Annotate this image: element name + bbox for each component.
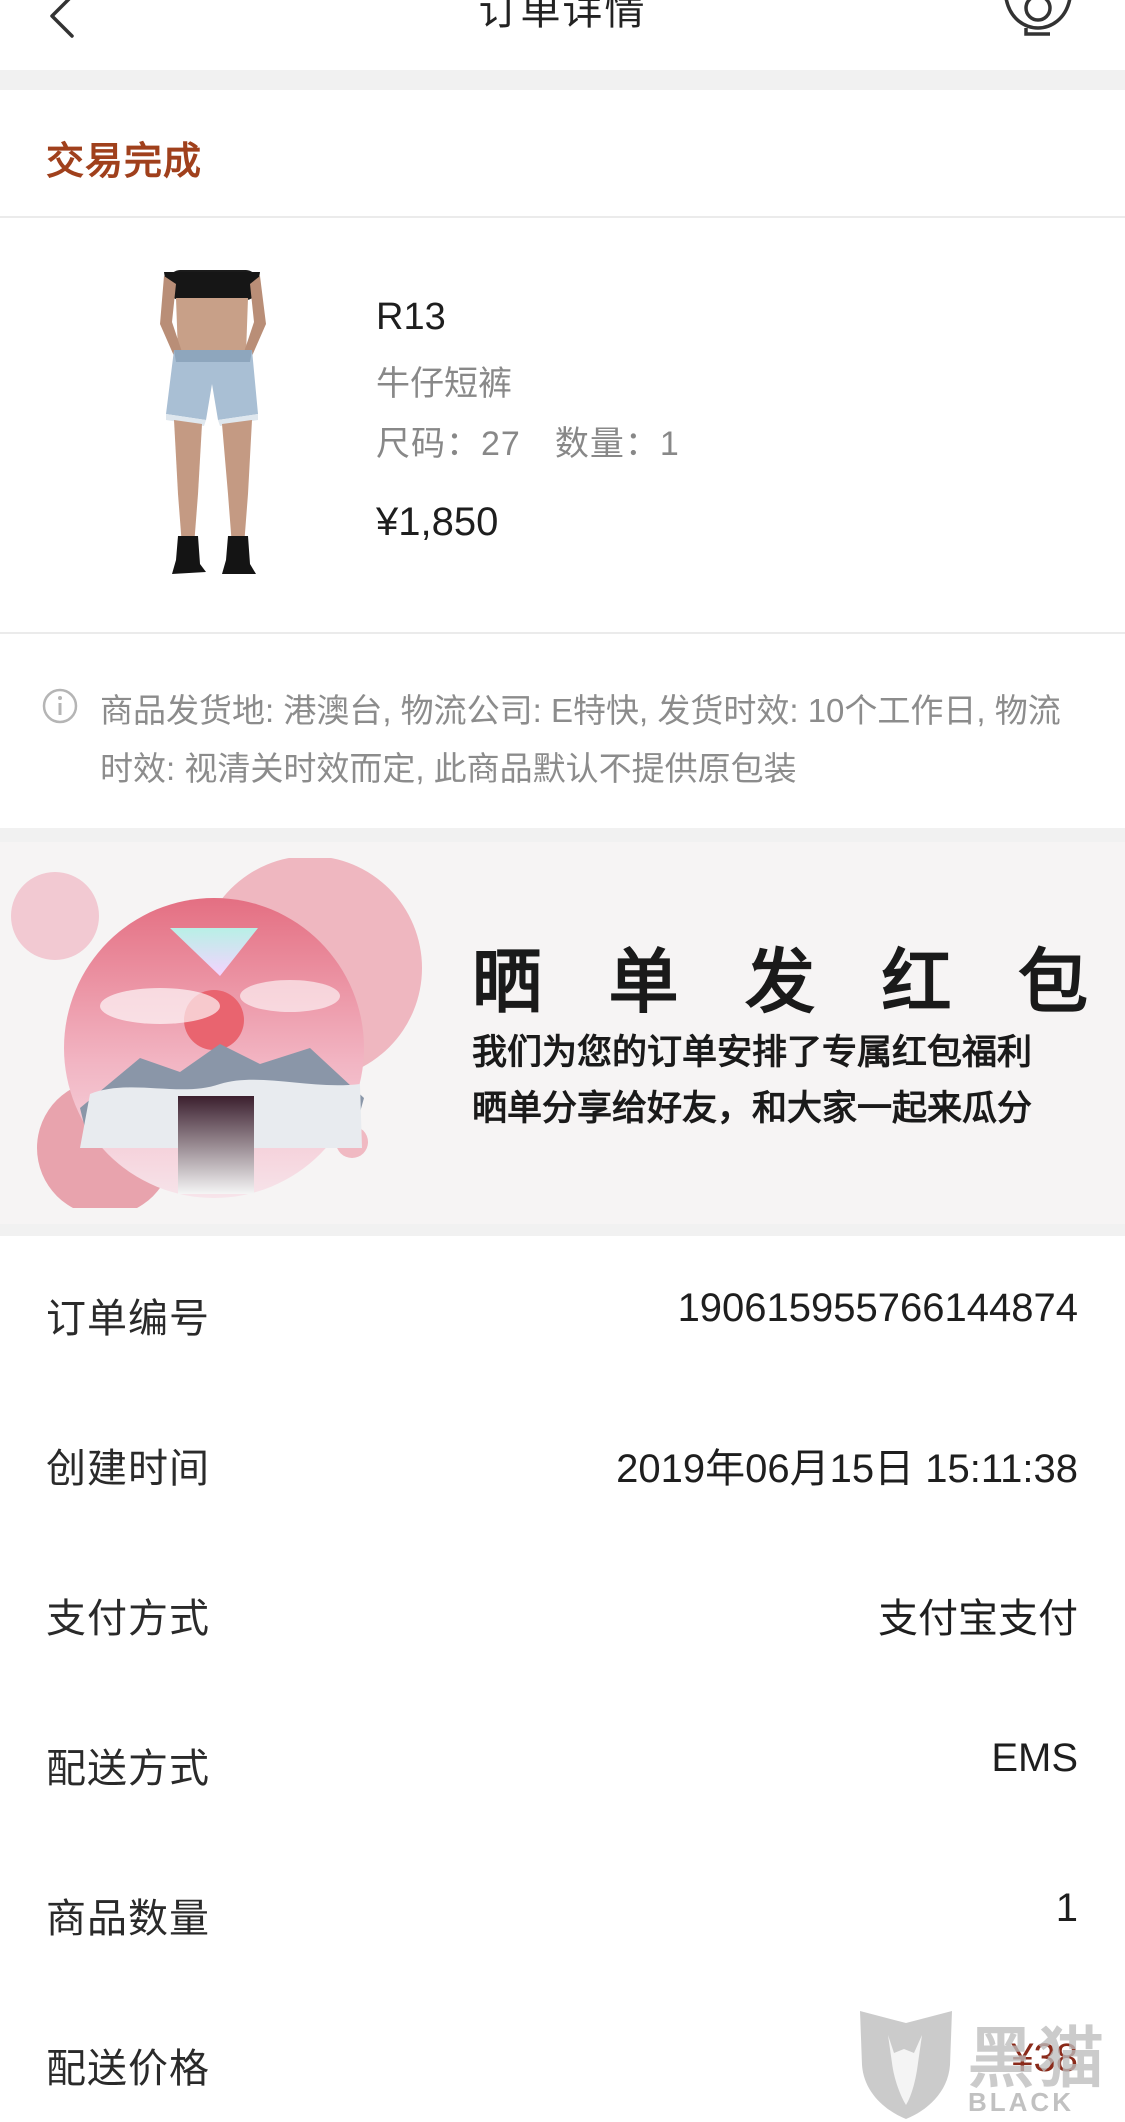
promo-title-char: 发 bbox=[745, 940, 815, 1023]
promo-title-char: 单 bbox=[608, 940, 679, 1023]
detail-row-payment-method: 支付方式 支付宝支付 bbox=[0, 1536, 1125, 1686]
promo-illustration bbox=[11, 858, 422, 1208]
black-cat-watermark: 黑猫 BLACK CAT bbox=[850, 2005, 1125, 2122]
shipping-notice: 商品发货地: 港澳台, 物流公司: E特快, 发货时效: 10个工作日, 物流时… bbox=[0, 636, 1125, 828]
promo-title-char: 晒 bbox=[472, 940, 542, 1023]
product-brand: R13 bbox=[376, 296, 446, 338]
detail-label: 创建时间 bbox=[46, 1447, 210, 1491]
share-red-packet-banner[interactable]: 晒 单 发 红 包 我们为您的订单安排了专属红包福利 晒单分享给好友，和大家一起… bbox=[0, 842, 1125, 1224]
shipping-method-value: EMS bbox=[991, 1736, 1078, 1780]
order-status-text: 交易完成 bbox=[46, 141, 203, 183]
promo-title-char: 包 bbox=[1018, 940, 1088, 1023]
cat-shield-icon bbox=[860, 2011, 952, 2119]
promo-subtitle-1: 我们为您的订单安排了专属红包福利 bbox=[472, 1032, 1033, 1073]
detail-row-shipping-method: 配送方式 EMS bbox=[0, 1686, 1125, 1836]
size-label: 尺码： bbox=[376, 425, 481, 463]
promo-title: 晒 单 发 红 包 bbox=[472, 926, 1088, 1027]
product-price: ¥1,850 bbox=[376, 500, 499, 544]
detail-label: 配送方式 bbox=[46, 1747, 210, 1791]
detail-label: 支付方式 bbox=[46, 1597, 210, 1641]
size-value: 27 bbox=[481, 425, 521, 463]
payment-method-value: 支付宝支付 bbox=[878, 1597, 1078, 1641]
detail-label: 订单编号 bbox=[46, 1297, 210, 1341]
section-divider bbox=[0, 1224, 1125, 1236]
detail-row-created-time: 创建时间 2019年06月15日 15:11:38 bbox=[0, 1386, 1125, 1536]
shipping-notice-text: 商品发货地: 港澳台, 物流公司: E特快, 发货时效: 10个工作日, 物流时… bbox=[100, 692, 1061, 787]
section-divider bbox=[0, 70, 1125, 90]
order-status-section: 交易完成 bbox=[0, 90, 1125, 218]
info-circle-icon bbox=[42, 688, 78, 724]
detail-label: 商品数量 bbox=[46, 1897, 210, 1941]
headset-icon[interactable] bbox=[996, 0, 1080, 42]
order-details-list: 订单编号 190615955766144874 创建时间 2019年06月15日… bbox=[0, 1236, 1125, 2122]
top-nav-bar: 订单详情 bbox=[0, 0, 1125, 70]
page-title: 订单详情 bbox=[478, 0, 647, 33]
detail-row-item-count: 商品数量 1 bbox=[0, 1836, 1125, 1986]
qty-value: 1 bbox=[659, 425, 680, 463]
promo-subtitle-2: 晒单分享给好友，和大家一起来瓜分 bbox=[472, 1088, 1033, 1129]
section-divider bbox=[0, 828, 1125, 842]
product-spec: 尺码：27 数量：1 bbox=[376, 416, 680, 465]
product-image[interactable] bbox=[120, 264, 300, 584]
order-number-value[interactable]: 190615955766144874 bbox=[678, 1286, 1078, 1331]
product-name: 牛仔短裤 bbox=[376, 365, 512, 403]
item-count-value: 1 bbox=[1055, 1886, 1078, 1930]
created-time-value: 2019年06月15日 15:11:38 bbox=[616, 1447, 1078, 1491]
product-card[interactable]: R13 牛仔短裤 尺码：27 数量：1 ¥1,850 bbox=[0, 220, 1125, 634]
watermark-subtext: BLACK CAT bbox=[968, 2087, 1074, 2122]
promo-title-char: 红 bbox=[881, 940, 952, 1023]
qty-label: 数量： bbox=[554, 425, 660, 463]
detail-label: 配送价格 bbox=[46, 2047, 210, 2091]
detail-row-order-number: 订单编号 190615955766144874 bbox=[0, 1236, 1125, 1386]
